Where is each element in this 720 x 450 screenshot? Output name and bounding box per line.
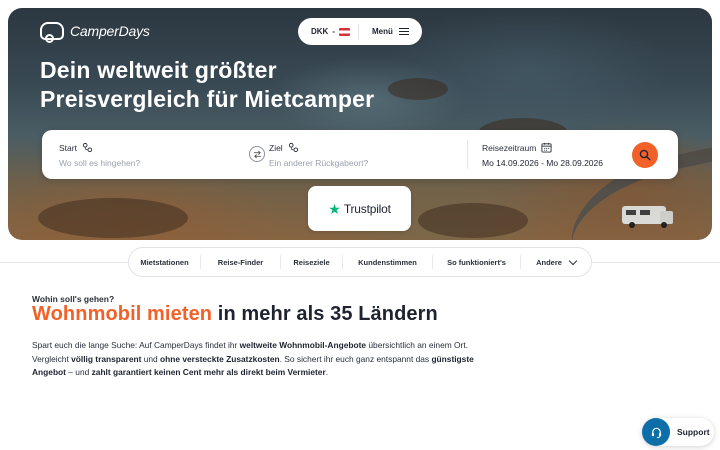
section-headline: Wohnmobil mieten in mehr als 35 Ländern xyxy=(32,303,438,326)
tab-kundenstimmen[interactable]: Kundenstimmen xyxy=(343,255,433,269)
date-label: Reisezeitraum xyxy=(482,142,537,153)
swap-button[interactable] xyxy=(249,146,265,162)
intro-paragraph: Spart euch die lange Suche: Auf CamperDa… xyxy=(32,339,502,380)
search-button[interactable] xyxy=(632,142,658,168)
section-tabs: Mietstationen Reise-Finder Reiseziele Ku… xyxy=(128,247,592,277)
support-label: Support xyxy=(677,427,710,437)
text-run: . xyxy=(325,367,329,378)
start-field[interactable]: Start Wo soll es hingehen? xyxy=(59,142,141,169)
top-navigation: DKK - Menü xyxy=(298,18,422,45)
tab-so-funktionierts[interactable]: So funktioniert's xyxy=(433,255,521,269)
ziel-placeholder: Ein anderer Rückgabeort? xyxy=(269,158,369,168)
text-run: und xyxy=(141,353,161,364)
search-box: Start Wo soll es hingehen? Ziel Ein ande… xyxy=(42,130,678,179)
support-button[interactable]: Support xyxy=(642,418,714,446)
start-label: Start xyxy=(59,142,77,153)
date-range-field[interactable]: Reisezeitraum Mo 14.09.2026 - Mo 28.09.2… xyxy=(482,142,603,169)
tab-reiseziele[interactable]: Reiseziele xyxy=(281,255,343,269)
trustpilot-star-icon: ★ xyxy=(328,200,341,217)
tab-andere[interactable]: Andere xyxy=(521,255,591,269)
hero-title: Dein weltweit größter Preisvergleich für… xyxy=(40,57,375,112)
text-run: Spart euch die lange Suche: Auf CamperDa… xyxy=(32,340,240,350)
text-run-bold: ohne versteckte Zusatzkosten xyxy=(160,353,280,364)
headline-accent: Wohnmobil mieten xyxy=(32,303,213,325)
logo-text: CamperDays xyxy=(70,23,150,39)
chevron-down-icon xyxy=(568,256,578,265)
text-run-bold: zahlt garantiert keinen Cent mehr als di… xyxy=(91,367,326,378)
tab-mietstationen[interactable]: Mietstationen xyxy=(129,255,201,269)
search-icon xyxy=(639,149,651,161)
camper-logo-icon xyxy=(40,22,64,43)
calendar-icon xyxy=(541,142,552,153)
text-run: . So sichert ihr euch ganz entspannt das xyxy=(279,353,432,364)
ziel-field[interactable]: Ziel Ein anderer Rückgabeort? xyxy=(269,142,369,169)
swap-arrows-icon xyxy=(253,150,261,158)
tab-reise-finder[interactable]: Reise-Finder xyxy=(201,255,281,269)
menu-label: Menü xyxy=(372,27,393,36)
trustpilot-label: Trustpilot xyxy=(343,201,391,216)
headset-icon xyxy=(651,427,661,438)
currency-label: DKK xyxy=(311,27,329,36)
field-divider xyxy=(467,140,468,169)
support-bubble xyxy=(642,418,670,446)
route-pin-icon xyxy=(82,142,93,153)
ziel-label: Ziel xyxy=(269,142,283,153)
text-run-bold: völlig transparent xyxy=(71,353,142,364)
flag-icon xyxy=(339,27,351,36)
text-run-bold: weltweite Wohnmobil-Angebote xyxy=(239,340,367,350)
trustpilot-badge[interactable]: ★ Trustpilot xyxy=(308,186,411,231)
camperdays-logo[interactable]: CamperDays xyxy=(40,22,150,43)
tab-andere-label: Andere xyxy=(536,257,562,267)
headline-rest: in mehr als 35 Ländern xyxy=(212,303,438,325)
route-pin-icon xyxy=(288,142,298,153)
currency-separator: - xyxy=(332,27,336,36)
text-run: – und xyxy=(65,367,92,378)
date-value: Mo 14.09.2026 - Mo 28.09.2026 xyxy=(482,158,603,168)
start-placeholder: Wo soll es hingehen? xyxy=(59,158,141,168)
menu-button[interactable]: Menü xyxy=(359,27,409,36)
currency-selector[interactable]: DKK - xyxy=(298,27,358,36)
hamburger-icon xyxy=(398,28,409,35)
